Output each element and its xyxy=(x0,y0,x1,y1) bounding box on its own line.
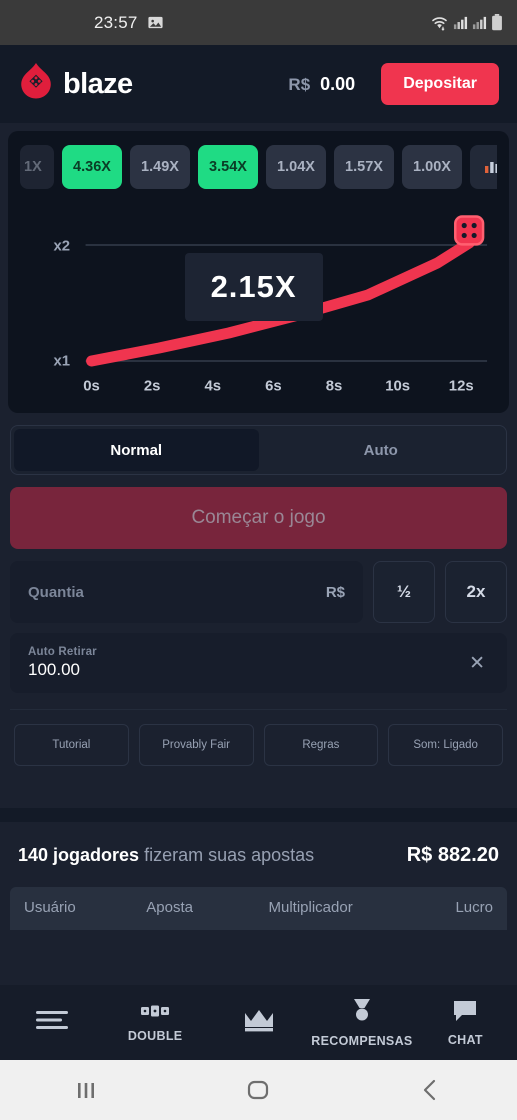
history-stats-button[interactable] xyxy=(470,145,497,189)
blaze-flame-icon xyxy=(18,62,54,107)
android-status-bar: 23:57 xyxy=(0,0,517,45)
bottom-navigation: DOUBLE RECOMPENSAS CHAT xyxy=(0,985,517,1060)
svg-text:4s: 4s xyxy=(204,378,221,394)
auto-cashout-value: 100.00 xyxy=(28,660,80,679)
history-chip[interactable]: 4.36X xyxy=(62,145,122,189)
app-root: 23:57 blaze R$ 0.00 Depositar 1X 4.36X 1… xyxy=(0,0,517,1120)
column-header-profit: Lucro xyxy=(455,899,493,916)
auto-cashout-label: Auto Retirar xyxy=(28,646,97,658)
home-icon[interactable] xyxy=(172,1077,344,1103)
bet-amount-row: Quantia R$ ½ 2x xyxy=(10,561,507,623)
history-chip[interactable]: 1.04X xyxy=(266,145,326,189)
nav-menu-button[interactable] xyxy=(0,985,103,1060)
double-dice-icon xyxy=(140,1003,170,1024)
signal-icon xyxy=(453,15,468,30)
history-chip[interactable]: 3.54X xyxy=(198,145,258,189)
amount-input[interactable]: Quantia R$ xyxy=(10,561,363,623)
status-bar-right xyxy=(430,14,503,31)
utility-buttons: Tutorial Provably Fair Regras Som: Ligad… xyxy=(0,710,517,766)
players-count: 140 jogadores xyxy=(18,845,140,865)
auto-cashout-field[interactable]: Auto Retirar 100.00 ✕ xyxy=(10,633,507,693)
sound-toggle-button[interactable]: Som: Ligado xyxy=(388,724,503,766)
svg-text:10s: 10s xyxy=(385,378,410,394)
start-game-button[interactable]: Começar o jogo xyxy=(10,487,507,549)
nav-crown-button[interactable] xyxy=(207,985,310,1060)
players-text: 140 jogadores fizeram suas apostas xyxy=(18,845,407,866)
crash-game-panel: 1X 4.36X 1.49X 3.54X 1.04X 1.57X 1.00X x… xyxy=(8,131,509,413)
brand-name: blaze xyxy=(63,67,133,100)
nav-chat-label: CHAT xyxy=(447,1032,483,1047)
back-icon[interactable] xyxy=(345,1077,517,1103)
column-header-bet: Aposta xyxy=(146,899,193,916)
nav-chat-button[interactable]: CHAT xyxy=(414,985,517,1060)
double-bet-button[interactable]: 2x xyxy=(445,561,507,623)
history-chip[interactable]: 1.00X xyxy=(402,145,462,189)
section-gap xyxy=(0,786,517,808)
players-total-amount: R$ 882.20 xyxy=(406,844,499,866)
deposit-button[interactable]: Depositar xyxy=(381,63,499,105)
recents-icon[interactable] xyxy=(0,1077,172,1103)
current-multiplier-value: 2.15X xyxy=(210,269,297,304)
nav-double-button[interactable]: DOUBLE xyxy=(103,985,206,1060)
column-header-multiplier: Multiplicador xyxy=(268,899,353,916)
svg-text:12s: 12s xyxy=(449,378,474,394)
nav-rewards-label: RECOMPENSAS xyxy=(311,1033,413,1048)
mode-tab-group: Normal Auto xyxy=(10,425,507,475)
multiplier-history: 1X 4.36X 1.49X 3.54X 1.04X 1.57X 1.00X xyxy=(20,145,497,189)
medal-icon xyxy=(349,998,375,1029)
chat-icon xyxy=(452,999,478,1028)
svg-text:x1: x1 xyxy=(53,354,70,370)
provably-fair-button[interactable]: Provably Fair xyxy=(138,724,254,766)
history-chip[interactable]: 1.57X xyxy=(334,145,394,189)
balance-currency: R$ xyxy=(288,74,311,94)
auto-cashout-inner: Auto Retirar 100.00 xyxy=(28,646,465,680)
rules-button[interactable]: Regras xyxy=(263,724,379,766)
signal-icon xyxy=(472,15,487,30)
close-icon[interactable]: ✕ xyxy=(465,652,489,675)
svg-text:2s: 2s xyxy=(144,378,161,394)
image-icon xyxy=(147,14,164,31)
svg-text:8s: 8s xyxy=(326,378,343,394)
status-bar-clock: 23:57 xyxy=(94,12,138,32)
history-chip[interactable]: 1.49X xyxy=(130,145,190,189)
bet-controls: Normal Auto Começar o jogo Quantia R$ ½ … xyxy=(0,425,517,693)
bar-chart-icon xyxy=(483,155,497,179)
nav-double-label: DOUBLE xyxy=(127,1028,183,1043)
tutorial-button[interactable]: Tutorial xyxy=(14,724,129,766)
svg-text:x2: x2 xyxy=(53,238,70,254)
amount-currency: R$ xyxy=(325,583,345,601)
players-summary: 140 jogadores fizeram suas apostas R$ 88… xyxy=(0,822,517,877)
svg-text:0s: 0s xyxy=(83,378,100,394)
current-multiplier-box: 2.15X xyxy=(184,253,323,321)
svg-text:6s: 6s xyxy=(265,378,282,394)
balance-display[interactable]: R$ 0.00 xyxy=(288,74,355,95)
halve-bet-button[interactable]: ½ xyxy=(373,561,435,623)
history-chip[interactable]: 1X xyxy=(20,145,54,189)
column-header-user: Usuário xyxy=(24,899,76,916)
balance-amount: 0.00 xyxy=(320,73,356,94)
crash-chart: x2 x1 0s 2s 4s 6s 8s 10s 12s 2.15X xyxy=(20,203,497,403)
wifi-icon xyxy=(430,14,449,31)
status-bar-left: 23:57 xyxy=(94,13,164,33)
dice-icon xyxy=(454,215,485,246)
players-subtitle: fizeram suas apostas xyxy=(139,845,315,865)
menu-icon xyxy=(34,1007,70,1038)
brand-logo[interactable]: blaze xyxy=(18,62,133,107)
battery-icon xyxy=(491,14,503,31)
android-navigation-bar xyxy=(0,1060,517,1120)
crown-icon xyxy=(242,1007,276,1038)
bets-table-header: Usuário Aposta Multiplicador Lucro xyxy=(10,887,507,930)
app-header: blaze R$ 0.00 Depositar xyxy=(0,45,517,123)
amount-placeholder: Quantia xyxy=(28,583,84,601)
tab-normal[interactable]: Normal xyxy=(14,429,259,471)
nav-rewards-button[interactable]: RECOMPENSAS xyxy=(310,985,413,1060)
tab-auto[interactable]: Auto xyxy=(259,429,504,471)
section-divider-dark xyxy=(0,808,517,822)
